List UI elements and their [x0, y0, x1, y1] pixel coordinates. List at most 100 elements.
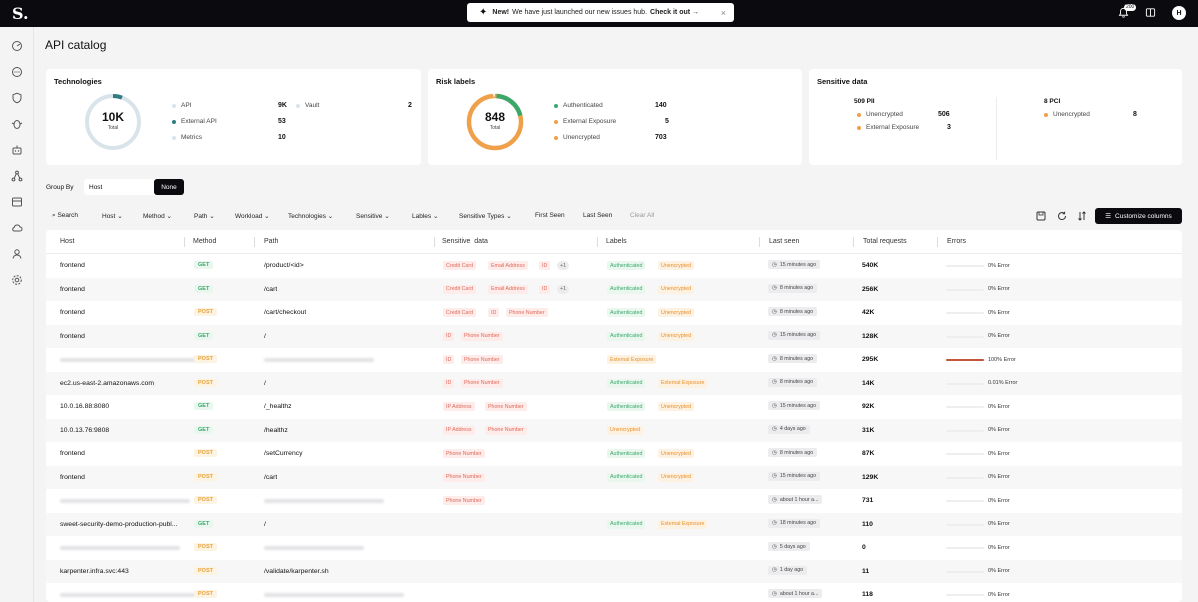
- path-cell[interactable]: /healthz: [264, 427, 288, 434]
- filter-host[interactable]: Host ⌄: [102, 212, 123, 220]
- sort-icon[interactable]: [1077, 211, 1087, 223]
- legend-item[interactable]: API: [172, 102, 191, 109]
- col-method[interactable]: Method: [193, 238, 216, 245]
- customize-columns-button[interactable]: ☰ Customize columns: [1095, 208, 1182, 224]
- col-sensitive[interactable]: Sensitive data: [442, 238, 488, 245]
- filter-sensitive[interactable]: Sensitive ⌄: [356, 212, 390, 220]
- clear-all-button[interactable]: Clear All: [630, 212, 654, 219]
- host-cell[interactable]: 10.0.16.88:8080: [60, 403, 109, 410]
- refresh-icon[interactable]: [1057, 211, 1067, 223]
- bug-icon[interactable]: [11, 118, 23, 130]
- settings-icon[interactable]: [11, 274, 23, 286]
- path-cell[interactable]: /cart/checkout: [264, 309, 306, 316]
- filter-last-seen[interactable]: Last Seen: [583, 212, 612, 219]
- more-tag[interactable]: +1: [557, 284, 570, 294]
- banner-close-icon[interactable]: ×: [721, 8, 726, 18]
- inventory-icon[interactable]: [11, 196, 23, 208]
- graph-icon[interactable]: [11, 170, 23, 182]
- table-row[interactable]: POST Phone Number ◷ about 1 hour a... 731 0% …: [46, 489, 1182, 513]
- dashboard-icon[interactable]: [11, 40, 23, 52]
- avatar[interactable]: H: [1172, 6, 1186, 20]
- legend-item[interactable]: External Exposure: [857, 124, 919, 131]
- cloud-icon[interactable]: [11, 222, 23, 234]
- table-row[interactable]: POST ◷ 5 days ago 0 0% Error: [46, 536, 1182, 560]
- table-row[interactable]: sweet-security-demo-production-publ... GE…: [46, 512, 1182, 536]
- host-cell[interactable]: ec2.us-east-2.amazonaws.com: [60, 380, 154, 387]
- path-cell[interactable]: /setCurrency: [264, 450, 303, 457]
- filter-method[interactable]: Method ⌄: [143, 212, 172, 220]
- technologies-total-label: Total: [107, 125, 119, 131]
- filter-path[interactable]: Path ⌄: [194, 212, 215, 220]
- chat-icon[interactable]: [11, 66, 23, 78]
- banner-link[interactable]: Check it out →: [650, 9, 699, 16]
- col-errors[interactable]: Errors: [947, 238, 966, 245]
- filter-first-seen[interactable]: First Seen: [535, 212, 565, 219]
- table-row[interactable]: frontend GET/product/<id> Credit Card Email…: [46, 254, 1182, 278]
- filter-workload[interactable]: Workload ⌄: [235, 212, 270, 220]
- host-cell[interactable]: frontend: [60, 286, 85, 293]
- table-row[interactable]: frontend POST/setCurrency Phone Number Auth…: [46, 442, 1182, 466]
- col-total-requests[interactable]: Total requests: [863, 238, 907, 245]
- label-tag: Unencrypted: [658, 284, 695, 294]
- save-icon[interactable]: [1036, 211, 1046, 223]
- filter-technologies[interactable]: Technologies ⌄: [288, 212, 333, 220]
- filter-sensitive-types[interactable]: Sensitive Types ⌄: [459, 212, 512, 220]
- group-by-select[interactable]: Host None: [84, 179, 184, 195]
- identity-icon[interactable]: [11, 248, 23, 260]
- table-row[interactable]: frontend GET/cart Credit Card Email Address…: [46, 277, 1182, 301]
- sensitive-tag: Credit Card: [443, 308, 477, 317]
- legend-item[interactable]: Unencrypted: [554, 134, 600, 141]
- book-icon[interactable]: [1145, 7, 1156, 21]
- legend-item[interactable]: External Exposure: [554, 118, 616, 125]
- host-cell[interactable]: frontend: [60, 309, 85, 316]
- host-cell[interactable]: frontend: [60, 333, 85, 340]
- app-logo[interactable]: S.: [12, 4, 29, 23]
- col-path[interactable]: Path: [264, 238, 278, 245]
- legend-item[interactable]: Unencrypted: [857, 111, 903, 118]
- path-cell[interactable]: /cart: [264, 474, 277, 481]
- col-last-seen[interactable]: Last seen: [769, 238, 799, 245]
- search-filter[interactable]: ⌕ Search: [52, 212, 78, 220]
- path-cell[interactable]: /_healthz: [264, 403, 292, 410]
- table-row[interactable]: POST ID Phone Number External Exposure ◷ 8 mi…: [46, 348, 1182, 372]
- host-cell[interactable]: sweet-security-demo-production-publ...: [60, 521, 178, 528]
- table-row[interactable]: 10.0.16.88:8080 GET /_healthz IP Address Pho…: [46, 395, 1182, 419]
- total-requests: 540K: [862, 262, 879, 269]
- legend-item[interactable]: Metrics: [172, 134, 202, 141]
- path-cell[interactable]: /cart: [264, 286, 277, 293]
- path-cell[interactable]: /validate/karpenter.sh: [264, 568, 329, 575]
- host-cell[interactable]: frontend: [60, 450, 85, 457]
- announcement-banner[interactable]: ✦ New! We have just launched our new iss…: [467, 3, 734, 22]
- col-labels[interactable]: Labels: [606, 238, 627, 245]
- table-row[interactable]: karpenter.infra.svc:443 POST/validate/kar…: [46, 559, 1182, 583]
- last-seen-text: 15 minutes ago: [779, 402, 817, 409]
- table-row[interactable]: POST ◷ about 1 hour a... 118 0% Error: [46, 583, 1182, 602]
- more-tag[interactable]: +1: [557, 261, 570, 270]
- path-cell[interactable]: /: [264, 521, 266, 528]
- host-cell[interactable]: karpenter.infra.svc:443: [60, 568, 129, 575]
- path-cell[interactable]: /: [264, 380, 266, 387]
- host-cell[interactable]: frontend: [60, 262, 85, 269]
- filter-lables[interactable]: Lables ⌄: [412, 212, 438, 220]
- host-cell[interactable]: 10.0.13.76:9808: [60, 427, 109, 434]
- legend-item[interactable]: Vault: [296, 102, 319, 109]
- table-row[interactable]: ec2.us-east-2.amazonaws.com POST / ID Phone …: [46, 371, 1182, 395]
- col-host[interactable]: Host: [60, 238, 74, 245]
- robot-icon[interactable]: [11, 144, 23, 156]
- legend-item[interactable]: Authenticated: [554, 102, 603, 109]
- host-cell[interactable]: frontend: [60, 474, 85, 481]
- group-none-button[interactable]: None: [154, 179, 184, 195]
- table-row[interactable]: frontend GET / ID Phone Number Authenticated U…: [46, 324, 1182, 348]
- shield-icon[interactable]: [11, 92, 23, 104]
- path-cell[interactable]: /: [264, 333, 266, 340]
- chevron-down-icon: ⌄: [506, 213, 512, 220]
- legend-item[interactable]: Unencrypted: [1044, 111, 1090, 118]
- table-row[interactable]: 10.0.13.76:9808 GET/healthz IP Address Phon…: [46, 418, 1182, 442]
- table-header: Host Method Path Sensitive data Labels L…: [46, 230, 1182, 254]
- legend-dot: [296, 103, 300, 108]
- legend-item[interactable]: External API: [172, 118, 217, 125]
- path-cell[interactable]: /product/<id>: [264, 262, 304, 269]
- group-by-value[interactable]: Host: [84, 184, 102, 191]
- table-row[interactable]: frontend POST/cart Phone Number Authenticat…: [46, 465, 1182, 489]
- table-row[interactable]: frontend POST/cart/checkout Credit Card ID P…: [46, 301, 1182, 325]
